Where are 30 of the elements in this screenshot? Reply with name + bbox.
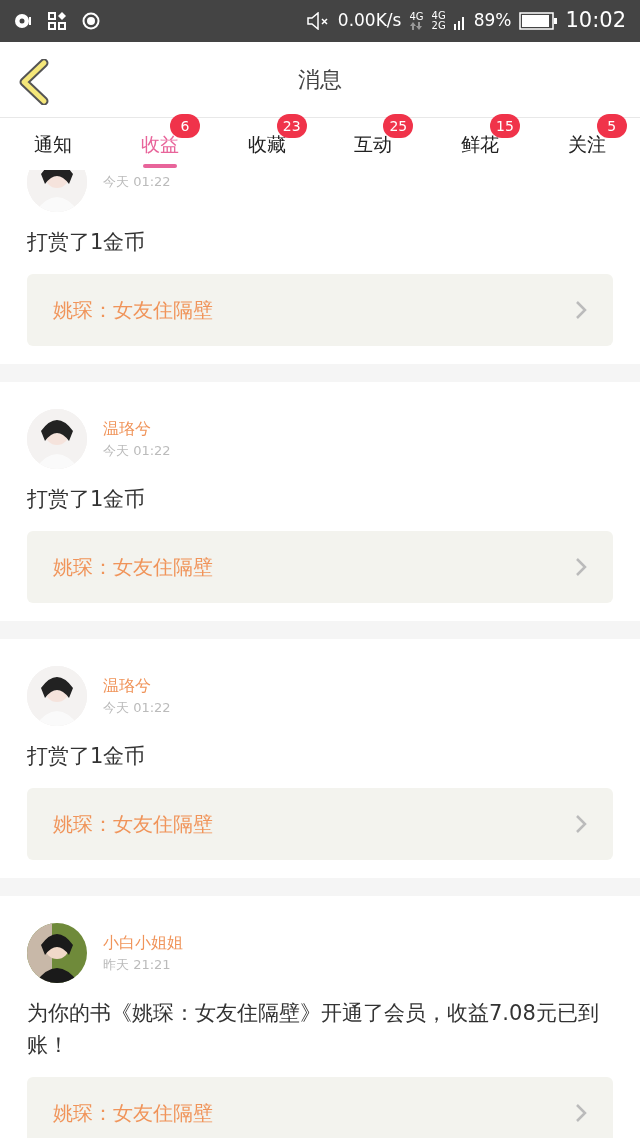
timestamp: 今天 01:22: [103, 442, 171, 461]
network-speed: 0.00K/s: [337, 9, 402, 33]
battery-icon: [519, 12, 558, 30]
user-name: 小白小姐姐: [103, 932, 183, 955]
mute-icon: [305, 12, 330, 30]
chevron-icon: [575, 1103, 587, 1123]
back-button[interactable]: [18, 59, 50, 105]
data-arrows-icon: [410, 22, 423, 30]
signal-label: 4G: [431, 11, 446, 21]
timestamp: 昨天 21:21: [103, 956, 172, 975]
message-text: 打赏了1金币: [27, 743, 147, 770]
app-icon: [48, 12, 66, 30]
chevron-icon: [575, 300, 587, 320]
chevron-icon: [575, 814, 587, 834]
message-text: 打赏了1金币: [27, 486, 147, 513]
record-icon: [82, 12, 100, 30]
signal-label: 4G: [409, 12, 424, 22]
tab[interactable]: 通知: [0, 118, 107, 170]
chevron-icon: [575, 557, 587, 577]
message-text: 打赏了1金币: [27, 229, 147, 256]
clock: 10:02: [565, 7, 626, 35]
timestamp: 今天 01:22: [103, 699, 171, 718]
battery-percent: 89%: [473, 9, 512, 33]
user-name: 温珞兮: [103, 675, 152, 698]
page-title: 消息: [298, 66, 342, 94]
message-text: 为你的书《姚琛：女友住隔壁》开通了会员，收益7.08元已到账！: [27, 1000, 600, 1059]
timestamp: 今天 01:22: [103, 173, 171, 192]
signal-label: 2G: [431, 21, 446, 31]
notification-icon: [14, 13, 32, 29]
user-name: 温珞兮: [103, 418, 152, 441]
